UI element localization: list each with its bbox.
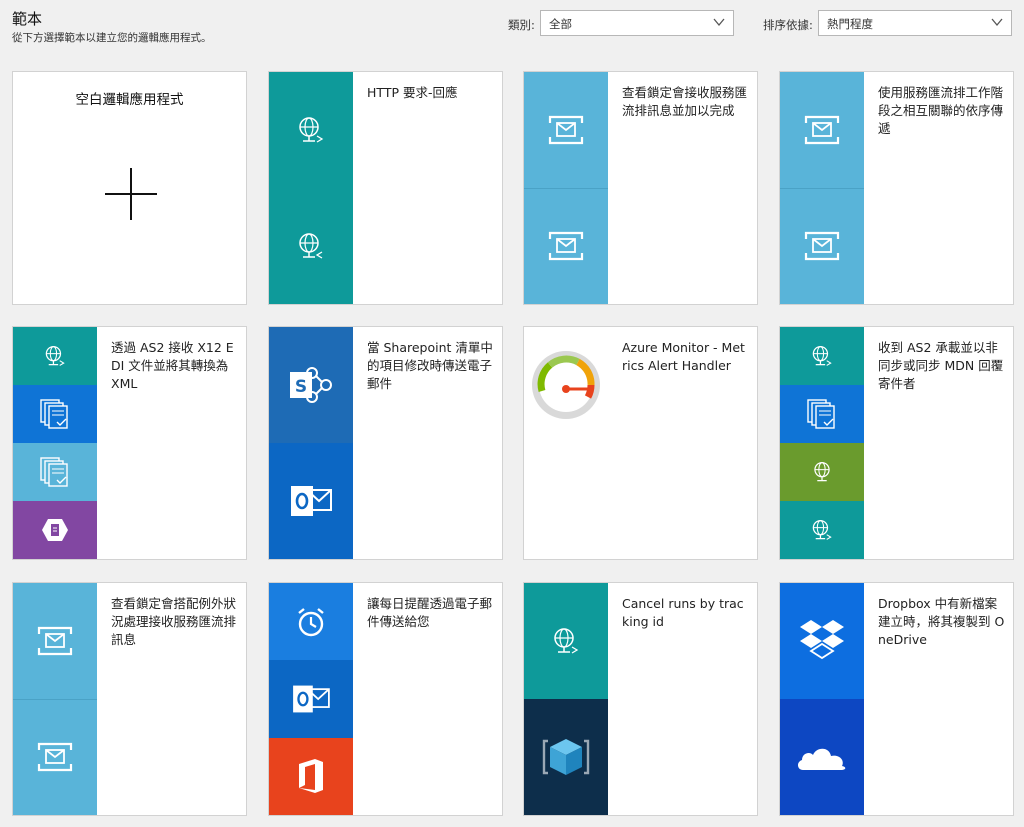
alarm-clock-icon [269, 583, 353, 661]
category-label: 類別: [508, 18, 535, 32]
template-card-azure-monitor[interactable]: Azure Monitor - Metrics Alert Handler [523, 326, 758, 560]
transform-icon [13, 501, 97, 559]
template-title: 讓每日提醒透過電子郵件傳送給您 [367, 596, 493, 629]
template-title: Cancel runs by tracking id [622, 596, 744, 629]
chevron-down-icon [991, 18, 1003, 27]
template-card-as2-mdn[interactable]: 收到 AS2 承載並以非同步或同步 MDN 回覆寄件者 [779, 326, 1014, 560]
service-bus-icon [780, 188, 864, 304]
sort-value: 熱門程度 [827, 17, 873, 31]
page-title: 範本 [12, 10, 43, 28]
template-title: 查看鎖定會搭配例外狀況處理接收服務匯流排訊息 [111, 596, 237, 647]
category-dropdown[interactable]: 全部 [540, 10, 734, 36]
template-title: 收到 AS2 承載並以非同步或同步 MDN 回覆寄件者 [878, 340, 1004, 391]
http-globe-icon [780, 501, 864, 559]
template-card-peek-lock-complete[interactable]: 查看鎖定會接收服務匯流排訊息並加以完成 [523, 71, 758, 305]
dropbox-icon [780, 583, 864, 699]
page-subtitle: 從下方選擇範本以建立您的邏輯應用程式。 [12, 32, 212, 44]
onedrive-icon [780, 699, 864, 815]
template-title: Dropbox 中有新檔案建立時，將其複製到 OneDrive [878, 596, 1005, 647]
plus-icon [105, 168, 157, 220]
category-value: 全部 [549, 17, 572, 31]
documents-icon [780, 385, 864, 443]
service-bus-icon [13, 583, 97, 700]
service-bus-icon [524, 188, 608, 304]
documents-icon [13, 443, 97, 501]
template-card-sharepoint-email[interactable]: S 當 Sharepoint 清單中的項目修改時傳送電子郵件 [268, 326, 503, 560]
outlook-icon [269, 443, 353, 559]
template-title: 查看鎖定會接收服務匯流排訊息並加以完成 [622, 85, 748, 118]
template-card-http-request-response[interactable]: HTTP 要求-回應 [268, 71, 503, 305]
http-globe-icon [13, 327, 97, 385]
service-bus-icon [13, 699, 97, 815]
office-icon [269, 737, 353, 815]
template-card-daily-reminder[interactable]: 讓每日提醒透過電子郵件傳送給您 [268, 582, 503, 816]
service-bus-icon [780, 72, 864, 189]
template-title: 空白邏輯應用程式 [75, 92, 184, 108]
template-card-dropbox-onedrive[interactable]: Dropbox 中有新檔案建立時，將其複製到 OneDrive [779, 582, 1014, 816]
http-globe-icon [780, 327, 864, 385]
template-card-peek-lock-exception[interactable]: 查看鎖定會搭配例外狀況處理接收服務匯流排訊息 [12, 582, 247, 816]
template-card-blank[interactable]: 空白邏輯應用程式 [12, 71, 247, 305]
template-title: 透過 AS2 接收 X12 EDI 文件並將其轉換為 XML [111, 340, 234, 391]
sort-label: 排序依據: [763, 18, 813, 32]
cube-icon [524, 699, 608, 815]
template-title: 使用服務匯流排工作階段之相互關聯的依序傳遞 [878, 85, 1004, 136]
http-globe-icon [524, 583, 608, 699]
gauge-icon [524, 327, 608, 442]
svg-text:S: S [295, 377, 307, 397]
globe-icon [780, 443, 864, 501]
service-bus-icon [524, 72, 608, 189]
template-card-cancel-runs[interactable]: Cancel runs by tracking id [523, 582, 758, 816]
template-card-as2-x12-to-xml[interactable]: 透過 AS2 接收 X12 EDI 文件並將其轉換為 XML [12, 326, 247, 560]
template-title: Azure Monitor - Metrics Alert Handler [622, 340, 745, 373]
documents-icon [13, 385, 97, 443]
http-globe-response-icon [269, 188, 353, 304]
template-title: 當 Sharepoint 清單中的項目修改時傳送電子郵件 [367, 340, 493, 391]
template-title: HTTP 要求-回應 [367, 85, 458, 100]
sharepoint-icon: S [269, 327, 353, 443]
template-card-sequential-convoy[interactable]: 使用服務匯流排工作階段之相互關聯的依序傳遞 [779, 71, 1014, 305]
outlook-icon [269, 660, 353, 738]
http-globe-icon [269, 72, 353, 188]
chevron-down-icon [713, 18, 725, 27]
sort-dropdown[interactable]: 熱門程度 [818, 10, 1012, 36]
